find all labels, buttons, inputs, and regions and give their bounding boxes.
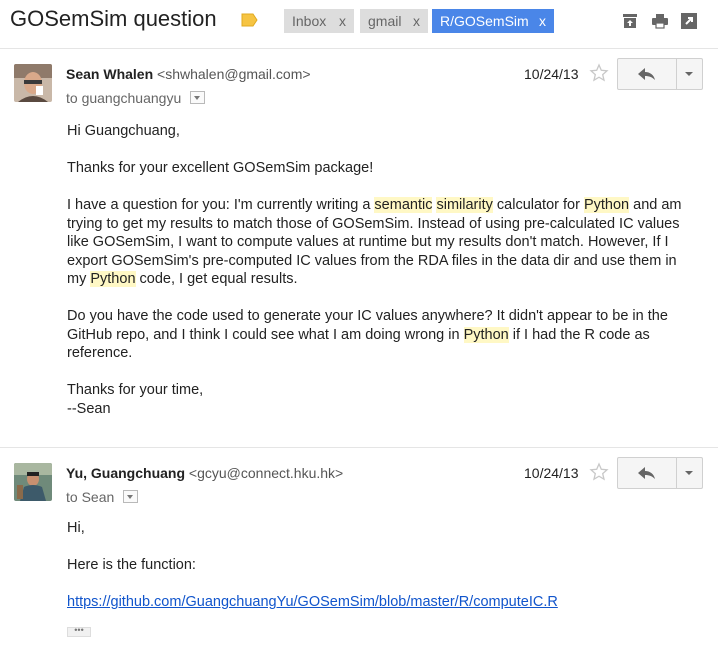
thread-header: GOSemSim question Inbox x gmail x R/GOSe… xyxy=(0,0,718,44)
sender-line: Yu, Guangchuang <gcyu@connect.hku.hk> xyxy=(66,465,343,481)
search-highlight: Python xyxy=(583,197,630,213)
divider xyxy=(0,447,718,448)
body-closing: Thanks for your time, xyxy=(67,382,204,398)
recipient-line: to Sean xyxy=(66,489,139,505)
avatar[interactable] xyxy=(14,463,52,501)
body-signature: --Sean xyxy=(67,400,111,417)
more-options-button[interactable] xyxy=(676,59,702,89)
recipient-prefix: to xyxy=(66,90,78,106)
label-chip-gmail[interactable]: gmail x xyxy=(360,9,428,33)
label-chip-inbox[interactable]: Inbox x xyxy=(284,9,354,33)
reply-icon xyxy=(638,467,655,479)
label-chip-text: Inbox xyxy=(292,13,327,29)
divider xyxy=(0,48,718,49)
thread-subject: GOSemSim question xyxy=(10,6,217,31)
body-text-run: I have a question for you: I'm currently… xyxy=(67,197,375,213)
recipient-line: to guangchuangyu xyxy=(66,90,206,106)
github-link[interactable]: https://github.com/GuangchuangYu/GOSemSi… xyxy=(67,594,558,610)
print-icon[interactable] xyxy=(651,12,669,30)
remove-label-icon[interactable]: x xyxy=(339,9,346,33)
more-options-button[interactable] xyxy=(676,458,702,488)
sender-name[interactable]: Yu, Guangchuang xyxy=(66,465,185,481)
reply-icon xyxy=(638,68,655,80)
message-date[interactable]: 10/24/13 xyxy=(524,66,579,82)
show-trimmed-content-button[interactable]: ••• xyxy=(67,626,91,637)
search-highlight: similarity xyxy=(436,197,493,213)
star-icon[interactable] xyxy=(589,462,609,482)
archive-icon[interactable] xyxy=(621,12,639,30)
show-details-dropdown[interactable] xyxy=(190,91,206,104)
message-body: Hi, Here is the function: https://github… xyxy=(67,519,697,612)
reply-button[interactable] xyxy=(618,59,677,89)
message-body: Hi Guangchuang, Thanks for your excellen… xyxy=(67,122,697,418)
remove-label-icon[interactable]: x xyxy=(539,9,546,33)
star-icon[interactable] xyxy=(589,63,609,83)
label-chip-text: gmail xyxy=(368,13,402,29)
body-greeting: Hi, xyxy=(67,520,85,536)
sender-email: <shwhalen@gmail.com> xyxy=(157,66,311,82)
recipient-prefix: to xyxy=(66,489,78,505)
reply-button-group xyxy=(617,58,703,90)
label-chip-r-gosemsim[interactable]: R/GOSemSim x xyxy=(432,9,554,33)
search-highlight: Python xyxy=(463,326,509,343)
message-date[interactable]: 10/24/13 xyxy=(524,465,579,481)
search-highlight: semantic xyxy=(374,197,433,213)
body-text-run: calculator for xyxy=(492,197,584,213)
search-highlight: Python xyxy=(90,271,136,287)
body-paragraph: Do you have the code used to generate yo… xyxy=(67,307,697,363)
body-greeting: Hi Guangchuang, xyxy=(67,123,180,139)
body-paragraph: I have a question for you: I'm currently… xyxy=(67,196,697,289)
reply-button[interactable] xyxy=(618,458,677,488)
sender-email: <gcyu@connect.hku.hk> xyxy=(188,465,344,481)
important-marker-icon[interactable] xyxy=(241,13,258,27)
remove-label-icon[interactable]: x xyxy=(413,9,420,33)
sender-line: Sean Whalen <shwhalen@gmail.com> xyxy=(66,66,311,82)
label-chip-text: R/GOSemSim xyxy=(440,13,529,29)
sender-name[interactable]: Sean Whalen xyxy=(66,66,153,82)
new-window-icon[interactable] xyxy=(680,12,698,30)
body-text-run: code, I get equal results. xyxy=(135,271,298,287)
body-line: Here is the function: xyxy=(67,557,196,573)
reply-button-group xyxy=(617,457,703,489)
recipient-name: Sean xyxy=(81,489,115,505)
avatar[interactable] xyxy=(14,64,52,102)
recipient-name: guangchuangyu xyxy=(81,90,182,106)
show-details-dropdown[interactable] xyxy=(123,490,139,503)
body-thanks: Thanks for your excellent GOSemSim packa… xyxy=(67,160,374,176)
